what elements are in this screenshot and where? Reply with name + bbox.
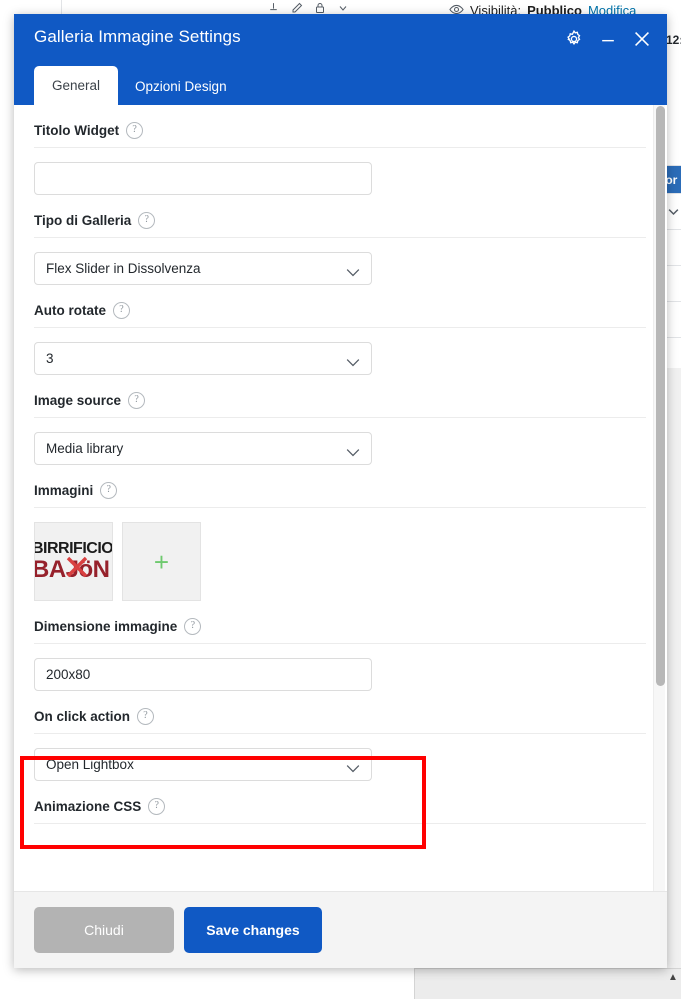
field-tipo-di-galleria: Tipo di Galleria ? Flex Slider in Dissol… — [34, 195, 646, 285]
image-source-select[interactable]: Media library — [34, 432, 372, 465]
add-image-button[interactable]: + — [122, 522, 201, 601]
modal-scrollbar[interactable] — [653, 105, 665, 891]
field-image-source: Image source ? Media library — [34, 375, 646, 465]
help-icon[interactable]: ? — [126, 122, 144, 139]
chevron-down-icon[interactable] — [337, 2, 349, 14]
field-control — [34, 644, 646, 691]
field-titolo-widget: Titolo Widget ? — [34, 105, 646, 195]
field-label-row: Immagini ? — [34, 482, 646, 508]
help-icon[interactable]: ? — [113, 302, 130, 319]
close-icon[interactable] — [631, 28, 653, 50]
field-label: Auto rotate — [34, 303, 106, 318]
titolo-widget-input[interactable] — [34, 162, 372, 195]
field-label-row: Tipo di Galleria ? — [34, 212, 646, 238]
field-auto-rotate: Auto rotate ? 3 — [34, 285, 646, 375]
help-icon[interactable]: ? — [148, 798, 166, 815]
image-thumbnail[interactable]: BIRRIFICIO BAJöN — [34, 522, 113, 601]
field-label: Titolo Widget — [34, 123, 120, 138]
tipo-di-galleria-select[interactable]: Flex Slider in Dissolvenza — [34, 252, 372, 285]
field-control — [34, 148, 646, 195]
save-changes-button[interactable]: Save changes — [184, 907, 322, 953]
gear-icon[interactable] — [563, 28, 585, 50]
field-label-row: Image source ? — [34, 392, 646, 418]
tab-opzioni-design[interactable]: Opzioni Design — [118, 69, 244, 105]
on-click-action-select-wrap: Open Lightbox — [34, 748, 372, 781]
help-icon[interactable]: ? — [138, 212, 156, 229]
chevron-down-icon — [668, 209, 679, 216]
pencil-icon[interactable] — [291, 2, 303, 14]
tab-general[interactable]: General — [34, 65, 119, 105]
modal-tabs: General Opzioni Design — [34, 65, 244, 105]
help-icon[interactable]: ? — [137, 708, 155, 725]
background-footer-gray — [414, 968, 681, 999]
gallery-image-settings-modal: Galleria Immagine Settings General Opzio… — [14, 14, 667, 968]
field-label: Tipo di Galleria — [34, 213, 132, 228]
field-on-click-action: On click action ? Open Lightbox — [34, 691, 646, 781]
field-immagini: Immagini ? BIRRIFICIO BAJöN + — [34, 465, 646, 601]
background-time-label: 12: — [666, 33, 681, 47]
field-label: On click action — [34, 709, 131, 724]
x-mark-icon — [65, 555, 89, 579]
field-label-row: On click action ? — [34, 708, 646, 734]
field-dimensione-immagine: Dimensione immagine ? — [34, 601, 646, 691]
tipo-di-galleria-select-wrap: Flex Slider in Dissolvenza — [34, 252, 372, 285]
field-control: Media library — [34, 418, 646, 465]
field-label: Immagini — [34, 483, 94, 498]
modal-title: Galleria Immagine Settings — [34, 27, 241, 46]
help-icon[interactable]: ? — [128, 392, 146, 409]
modal-footer: Chiudi Save changes — [14, 891, 667, 968]
auto-rotate-select[interactable]: 3 — [34, 342, 372, 375]
image-thumbnails: BIRRIFICIO BAJöN + — [34, 508, 646, 601]
help-icon[interactable]: ? — [100, 482, 118, 499]
field-control: Flex Slider in Dissolvenza — [34, 238, 646, 285]
field-control: 3 — [34, 328, 646, 375]
close-button[interactable]: Chiudi — [34, 907, 174, 953]
on-click-action-select[interactable]: Open Lightbox — [34, 748, 372, 781]
dimensione-immagine-input[interactable] — [34, 658, 372, 691]
field-animazione-css: Animazione CSS ? — [34, 781, 646, 824]
field-label: Image source — [34, 393, 122, 408]
modal-body: Titolo Widget ? Tipo di Galleria ? Flex … — [14, 105, 667, 891]
field-label-row: Dimensione immagine ? — [34, 618, 646, 644]
lock-icon[interactable] — [314, 2, 326, 14]
field-control: Open Lightbox — [34, 734, 646, 781]
modal-header: Galleria Immagine Settings General Opzio… — [14, 14, 667, 105]
image-source-select-wrap: Media library — [34, 432, 372, 465]
background-toolbar-icon-group — [267, 1, 349, 14]
minimize-icon[interactable] — [597, 28, 619, 50]
field-label: Animazione CSS — [34, 799, 142, 814]
modal-body-scroll-region: Titolo Widget ? Tipo di Galleria ? Flex … — [14, 105, 667, 891]
help-icon[interactable]: ? — [184, 618, 202, 635]
modal-header-actions — [563, 28, 653, 50]
auto-rotate-select-wrap: 3 — [34, 342, 372, 375]
field-label-row: Auto rotate ? — [34, 302, 646, 328]
plus-icon[interactable] — [267, 1, 280, 14]
settings-field-list: Titolo Widget ? Tipo di Galleria ? Flex … — [14, 105, 667, 824]
background-caret-icon: ▲ — [668, 972, 678, 983]
field-label: Dimensione immagine — [34, 619, 178, 634]
field-label-row: Animazione CSS ? — [34, 798, 646, 824]
modal-scrollbar-thumb[interactable] — [656, 106, 665, 686]
field-label-row: Titolo Widget ? — [34, 122, 646, 148]
